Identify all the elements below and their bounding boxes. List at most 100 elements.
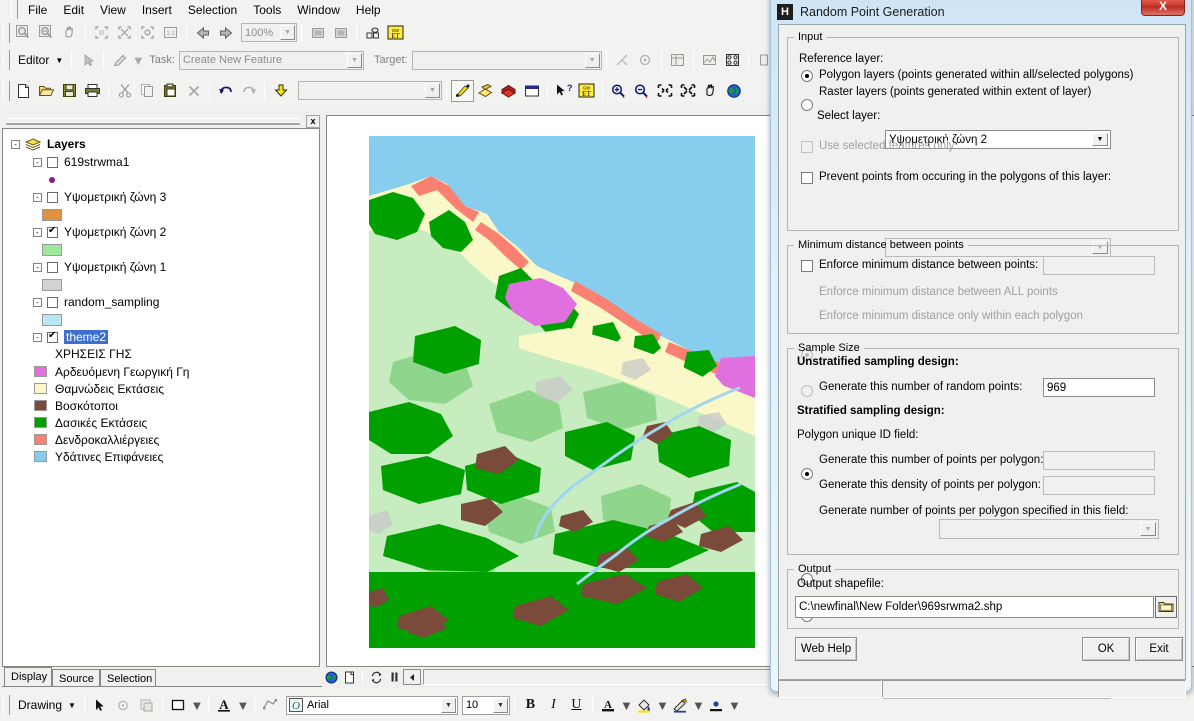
radio-raster-layers[interactable] xyxy=(801,99,813,111)
menu-item-insert[interactable]: Insert xyxy=(134,2,180,18)
pan-map-icon[interactable] xyxy=(699,80,722,102)
toc-grip-2[interactable] xyxy=(6,122,300,125)
toc-root-layers[interactable]: - Layers xyxy=(11,135,319,153)
fixed-zoom-in-icon[interactable] xyxy=(653,80,676,102)
refresh-icon[interactable] xyxy=(367,669,385,685)
chevron-down-icon[interactable]: ▼ xyxy=(584,52,600,68)
browse-folder-button[interactable] xyxy=(1155,596,1177,618)
chevron-down-icon[interactable]: ▼ xyxy=(280,25,295,40)
fixed-zoom-out-icon[interactable] xyxy=(676,80,699,102)
cut-icon[interactable] xyxy=(113,80,136,102)
menu-item-tools[interactable]: Tools xyxy=(245,2,289,18)
sketch-properties-icon[interactable] xyxy=(698,49,721,71)
expander-icon[interactable]: - xyxy=(33,332,42,342)
fill-color-chevron-icon[interactable]: ▼ xyxy=(656,694,669,716)
zoom-to-layer-icon[interactable] xyxy=(113,22,136,44)
expander-icon[interactable]: - xyxy=(33,262,42,272)
go-forward-extent-icon[interactable] xyxy=(214,22,237,44)
menu-item-view[interactable]: View xyxy=(92,2,134,18)
toc-layer-random-sampling[interactable]: - random_sampling xyxy=(11,293,319,311)
layer-visibility-checkbox[interactable] xyxy=(47,261,58,273)
open-folder-icon[interactable] xyxy=(35,80,58,102)
zoom-in-icon[interactable] xyxy=(12,22,35,44)
chevron-down-icon[interactable]: ▼ xyxy=(1092,133,1108,146)
web-help-button[interactable]: Web Help xyxy=(795,637,857,661)
dialog-title-bar[interactable]: H Random Point Generation xyxy=(771,0,1191,24)
chevron-down-icon[interactable]: ▼ xyxy=(492,697,508,713)
radio-random-points[interactable] xyxy=(801,468,813,480)
marker-color-chevron-icon[interactable]: ▼ xyxy=(728,694,741,716)
print-icon[interactable] xyxy=(81,80,104,102)
new-text-icon[interactable]: A xyxy=(213,694,236,716)
layer-visibility-checkbox[interactable] xyxy=(47,225,58,238)
tab-source[interactable]: Source xyxy=(52,669,100,687)
select-elements-icon[interactable] xyxy=(89,694,112,716)
toc-layer-ypsometriki-zoni-2[interactable]: - Υψομετρική ζώνη 2 xyxy=(11,223,319,241)
go-back-extent-icon[interactable] xyxy=(191,22,214,44)
underline-button[interactable]: U xyxy=(565,694,588,716)
attributes-icon[interactable] xyxy=(666,49,689,71)
edit-arrow-icon[interactable] xyxy=(76,49,99,71)
shape-chevron-icon[interactable]: ▼ xyxy=(190,694,204,716)
points-per-polygon-input[interactable] xyxy=(1043,451,1155,470)
expander-icon[interactable]: - xyxy=(33,157,42,167)
split-tool-icon[interactable] xyxy=(611,49,634,71)
expander-icon[interactable]: - xyxy=(11,139,20,149)
window-tool-icon[interactable] xyxy=(520,80,543,102)
tools-toolbar-grip[interactable] xyxy=(3,22,10,43)
menu-item-file[interactable]: File xyxy=(20,2,55,18)
toc-layer-ypsometriki-zoni-1[interactable]: - Υψομετρική ζώνη 1 xyxy=(11,258,319,276)
toc-tree[interactable]: - Layers - 619strwma1 - Υψομετρική ζώνη … xyxy=(2,128,320,667)
zoom-in-map-icon[interactable] xyxy=(607,80,630,102)
rotate-element-icon[interactable] xyxy=(112,694,135,716)
scale-one-to-one-icon[interactable]: 1:1 xyxy=(159,22,182,44)
marker-color-icon[interactable] xyxy=(705,694,728,716)
chevron-down-icon[interactable]: ▼ xyxy=(68,701,76,710)
3d-analyst-icon[interactable] xyxy=(497,80,520,102)
layer-visibility-checkbox[interactable] xyxy=(47,156,58,168)
italic-button[interactable]: I xyxy=(542,694,565,716)
paste-icon[interactable] xyxy=(159,80,182,102)
new-rectangle-icon[interactable] xyxy=(167,694,190,716)
layer-visibility-checkbox[interactable] xyxy=(47,296,58,308)
toc-layer-619strwma1[interactable]: - 619strwma1 xyxy=(11,153,319,171)
rotate-tool-icon[interactable] xyxy=(634,49,657,71)
editor-menu-label[interactable]: Editor xyxy=(12,53,52,67)
drawing-toolbar-grip[interactable] xyxy=(3,695,10,715)
tab-selection[interactable]: Selection xyxy=(100,669,156,687)
zoom-to-selection-icon[interactable] xyxy=(136,22,159,44)
sketch-pencil-icon[interactable] xyxy=(108,49,131,71)
font-name-combo[interactable]: O Arial ▼ xyxy=(285,695,458,715)
topology-icon[interactable] xyxy=(721,49,744,71)
copy-icon[interactable] xyxy=(136,80,159,102)
target-combo[interactable]: ▼ xyxy=(411,50,602,70)
menu-item-window[interactable]: Window xyxy=(289,2,348,18)
et-geowizards-icon[interactable]: GW ET xyxy=(384,22,407,44)
identify-icon[interactable]: ? xyxy=(552,80,575,102)
standard-layer-combo[interactable]: ▼ xyxy=(298,81,442,100)
polygon-unique-id-combo[interactable]: ▼ xyxy=(939,519,1159,539)
menu-item-selection[interactable]: Selection xyxy=(180,2,245,18)
editor-toolbar-grip[interactable] xyxy=(3,50,10,70)
layer-visibility-checkbox[interactable] xyxy=(47,191,58,203)
radio-polygon-layers[interactable] xyxy=(801,70,813,82)
zoom-out-map-icon[interactable] xyxy=(630,80,653,102)
zoom-out-icon[interactable] xyxy=(35,22,58,44)
undo-icon[interactable] xyxy=(214,80,237,102)
menu-item-help[interactable]: Help xyxy=(348,2,389,18)
full-extent-icon[interactable] xyxy=(90,22,113,44)
nudge-icon[interactable] xyxy=(259,694,282,716)
expander-icon[interactable]: - xyxy=(33,297,42,307)
expander-icon[interactable]: - xyxy=(33,227,42,237)
exit-button[interactable]: Exit xyxy=(1135,637,1183,661)
add-data-icon[interactable] xyxy=(269,80,292,102)
bold-button[interactable]: B xyxy=(519,694,542,716)
chevron-down-icon[interactable]: ▼ xyxy=(440,697,456,713)
redo-icon[interactable] xyxy=(237,80,260,102)
font-size-combo[interactable]: 10 ▼ xyxy=(461,695,510,715)
collapse-status-icon[interactable] xyxy=(403,669,421,685)
fill-color-icon[interactable] xyxy=(633,694,656,716)
menu-grip[interactable] xyxy=(11,0,18,20)
tab-display[interactable]: Display xyxy=(4,667,52,687)
spatial-analyst-icon[interactable] xyxy=(474,80,497,102)
